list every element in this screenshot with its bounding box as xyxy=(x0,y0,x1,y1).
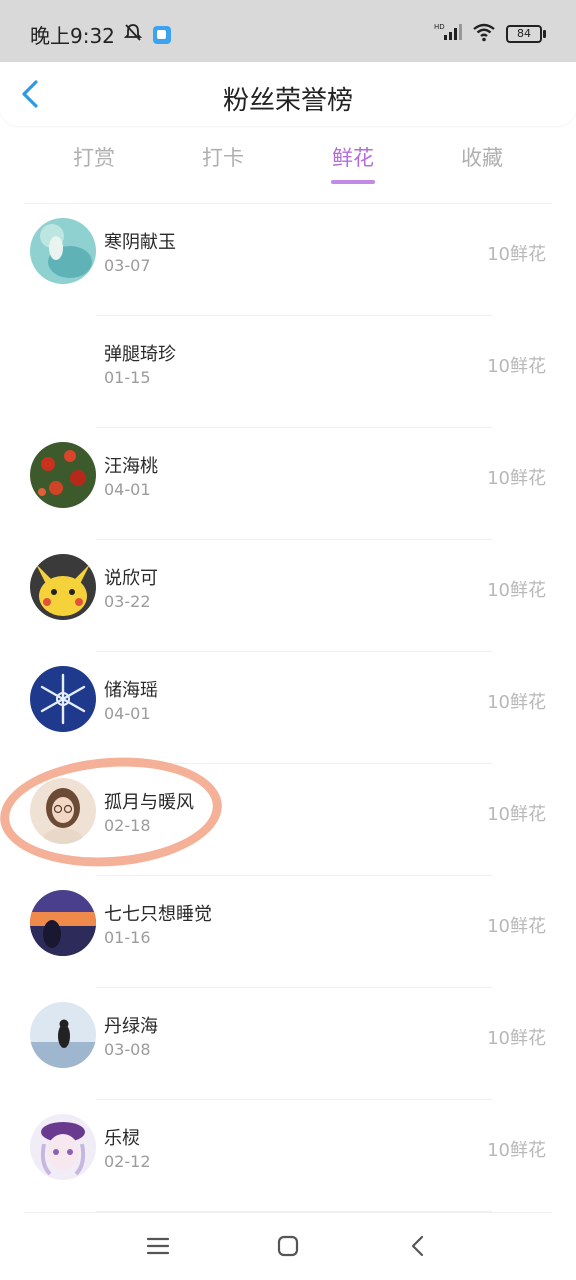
fan-name: 弹腿琦珍 xyxy=(104,344,176,365)
flower-count: 10鲜花 xyxy=(487,804,546,825)
fan-date: 01-15 xyxy=(104,368,151,387)
flower-count: 10鲜花 xyxy=(487,1140,546,1161)
fan-name: 七七只想睡觉 xyxy=(104,904,212,925)
status-time: 晚上9:32 xyxy=(30,24,115,48)
avatar xyxy=(30,442,96,508)
nav-back-button[interactable] xyxy=(402,1230,434,1262)
flower-count: 10鲜花 xyxy=(487,1028,546,1049)
list-item[interactable]: 汪海桃 04-01 10鲜花 xyxy=(0,428,576,540)
flower-count: 10鲜花 xyxy=(487,468,546,489)
menu-button[interactable] xyxy=(142,1230,174,1262)
avatar xyxy=(30,1114,96,1180)
svg-text:HD: HD xyxy=(434,23,445,31)
avatar xyxy=(30,554,96,620)
status-left: 晚上9:32 xyxy=(30,20,171,49)
fan-date: 04-01 xyxy=(104,704,151,723)
system-nav-bar xyxy=(0,1214,576,1280)
list-item[interactable]: 寒阴献玉 03-07 10鲜花 xyxy=(0,204,576,316)
avatar xyxy=(30,1002,96,1068)
fan-date: 04-01 xyxy=(104,480,151,499)
flower-count: 10鲜花 xyxy=(487,916,546,937)
flower-count: 10鲜花 xyxy=(487,244,546,265)
fan-name: 寒阴献玉 xyxy=(104,232,176,253)
battery-indicator: 84 xyxy=(506,25,546,43)
tab-bar: 打赏 打卡 鲜花 收藏 xyxy=(0,138,576,188)
signal-icon: HD xyxy=(434,22,464,46)
status-bar: 晚上9:32 HD 84 xyxy=(0,0,576,62)
nav-divider xyxy=(24,1212,552,1213)
fan-list: 寒阴献玉 03-07 10鲜花 弹腿琦珍 01-15 10鲜花 汪海桃 04-0… xyxy=(0,204,576,1212)
wifi-icon xyxy=(472,22,496,46)
list-item[interactable]: 弹腿琦珍 01-15 10鲜花 xyxy=(0,316,576,428)
muted-bell-icon xyxy=(123,22,143,47)
fan-date: 03-07 xyxy=(104,256,151,275)
list-item[interactable]: 说欣可 03-22 10鲜花 xyxy=(0,540,576,652)
tab-daka[interactable]: 打卡 xyxy=(183,142,263,172)
app-notification-icon xyxy=(152,25,171,44)
tab-flowers[interactable]: 鲜花 xyxy=(313,142,393,172)
back-triangle-icon xyxy=(411,1235,424,1257)
avatar xyxy=(30,666,96,732)
list-item[interactable]: 丹绿海 03-08 10鲜花 xyxy=(0,988,576,1100)
flower-count: 10鲜花 xyxy=(487,356,546,377)
menu-icon xyxy=(146,1237,170,1255)
active-tab-indicator xyxy=(331,180,375,184)
fan-name: 储海瑶 xyxy=(104,680,158,701)
page-title: 粉丝荣誉榜 xyxy=(222,86,353,116)
fan-name: 丹绿海 xyxy=(104,1016,158,1037)
fan-date: 03-22 xyxy=(104,592,151,611)
fan-date: 03-08 xyxy=(104,1040,151,1059)
avatar xyxy=(30,218,96,284)
tab-dashang[interactable]: 打赏 xyxy=(54,142,134,172)
avatar xyxy=(30,890,96,956)
fan-name: 说欣可 xyxy=(104,568,158,589)
flower-count: 10鲜花 xyxy=(487,692,546,713)
fan-name: 乐棂 xyxy=(104,1128,140,1149)
tab-favorites[interactable]: 收藏 xyxy=(442,142,522,172)
home-button[interactable] xyxy=(272,1230,304,1262)
avatar xyxy=(30,330,96,396)
status-right: HD 84 xyxy=(434,22,546,46)
fan-date: 02-12 xyxy=(104,1152,151,1171)
list-item[interactable]: 乐棂 02-12 10鲜花 xyxy=(0,1100,576,1212)
list-item[interactable]: 储海瑶 04-01 10鲜花 xyxy=(0,652,576,764)
app-header: 粉丝荣誉榜 xyxy=(0,62,576,126)
fan-date: 01-16 xyxy=(104,928,151,947)
fan-name: 汪海桃 xyxy=(104,456,158,477)
list-item[interactable]: 七七只想睡觉 01-16 10鲜花 xyxy=(0,876,576,988)
home-icon xyxy=(277,1235,299,1257)
flower-count: 10鲜花 xyxy=(487,580,546,601)
